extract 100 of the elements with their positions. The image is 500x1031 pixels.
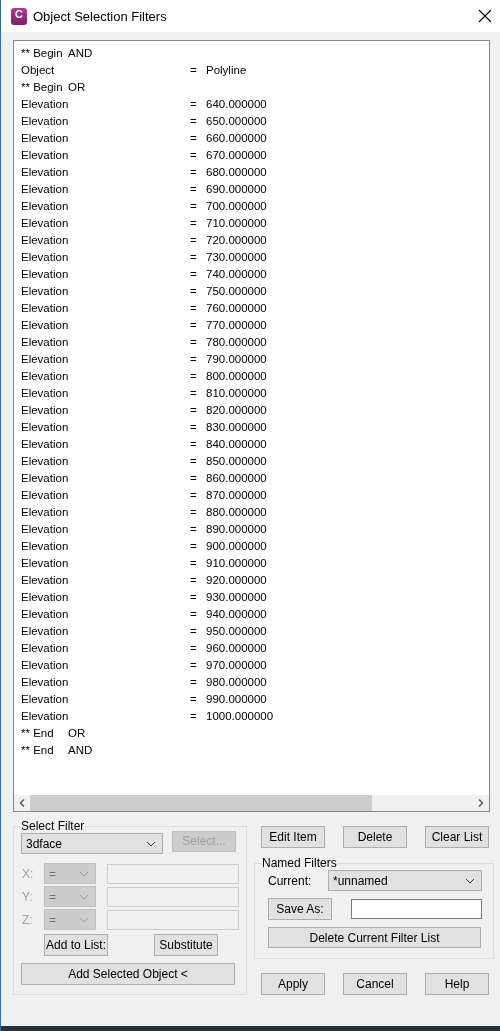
filter-property: Elevation — [21, 182, 70, 195]
dialog-button[interactable]: Cancel — [343, 973, 407, 995]
close-icon[interactable] — [478, 9, 492, 23]
filter-value: 820.000000 — [206, 403, 267, 416]
list-action-button[interactable]: Clear List — [425, 826, 489, 848]
filter-value: 740.000000 — [206, 267, 267, 280]
filter-property: Elevation — [21, 267, 70, 280]
current-label: Current: — [268, 873, 313, 888]
filter-property: Elevation — [21, 199, 70, 212]
add-selected-object-button[interactable]: Add Selected Object < — [21, 963, 235, 985]
filter-property: Elevation — [21, 624, 70, 637]
filter-property: Elevation — [21, 233, 70, 246]
group-marker: ** Begin — [21, 80, 64, 93]
filter-operator: = — [190, 148, 198, 161]
filter-value: 750.000000 — [206, 284, 267, 297]
filter-operator: = — [190, 471, 198, 484]
horizontal-scrollbar[interactable] — [14, 795, 489, 811]
filter-property: Elevation — [21, 420, 70, 433]
window-title: Object Selection Filters — [33, 8, 167, 24]
group-operator: AND — [68, 743, 93, 756]
filter-value: 650.000000 — [206, 114, 267, 127]
filter-value: 780.000000 — [206, 335, 267, 348]
filter-value: 710.000000 — [206, 216, 267, 229]
filter-operator: = — [190, 216, 198, 229]
filter-operator: = — [190, 97, 198, 110]
filter-property: Elevation — [21, 131, 70, 144]
group-marker: ** End — [21, 743, 55, 756]
app-icon: C — [11, 7, 27, 25]
filter-property: Elevation — [21, 165, 70, 178]
filter-value: 770.000000 — [206, 318, 267, 331]
filter-operator: = — [190, 233, 198, 246]
delete-filter-list-button[interactable]: Delete Current Filter List — [268, 927, 481, 948]
filter-operator: = — [190, 318, 198, 331]
add-to-list-button[interactable]: Add to List: — [44, 934, 108, 956]
substitute-button[interactable]: Substitute — [154, 934, 218, 956]
filter-operator: = — [190, 522, 198, 535]
filter-property: Elevation — [21, 488, 70, 501]
filter-value: 700.000000 — [206, 199, 267, 212]
group-marker: ** Begin — [21, 46, 64, 59]
filter-operator: = — [190, 709, 198, 722]
filter-property: Elevation — [21, 675, 70, 688]
filter-operator: = — [190, 403, 198, 416]
filter-operator: = — [190, 692, 198, 705]
save-as-button[interactable]: Save As: — [268, 898, 332, 920]
filter-operator: = — [190, 590, 198, 603]
filter-operator: = — [190, 556, 198, 569]
filter-name-field[interactable] — [351, 899, 482, 919]
filter-list[interactable] — [13, 40, 490, 812]
filter-property: Elevation — [21, 284, 70, 297]
filter-value: 760.000000 — [206, 301, 267, 314]
filter-operator: = — [190, 573, 198, 586]
filter-operator: = — [190, 199, 198, 212]
chevron-down-icon[interactable] — [146, 840, 156, 847]
filter-property: Elevation — [21, 641, 70, 654]
filter-operator: = — [190, 607, 198, 620]
group-operator: OR — [68, 80, 86, 93]
filter-value: 890.000000 — [206, 522, 267, 535]
filter-property: Elevation — [21, 709, 70, 722]
filter-value: 980.000000 — [206, 675, 267, 688]
filter-value: 970.000000 — [206, 658, 267, 671]
dialog-button[interactable]: Apply — [261, 973, 325, 995]
filter-property: Elevation — [21, 437, 70, 450]
filter-operator: = — [190, 165, 198, 178]
filter-property: Elevation — [21, 148, 70, 161]
filter-property: Elevation — [21, 454, 70, 467]
filter-operator: = — [190, 182, 198, 195]
list-action-button[interactable]: Delete — [343, 826, 407, 848]
filter-operator: = — [190, 301, 198, 314]
filter-property: Elevation — [21, 250, 70, 263]
group-marker: ** End — [21, 726, 55, 739]
filter-value: 990.000000 — [206, 692, 267, 705]
filter-value: 950.000000 — [206, 624, 267, 637]
filter-property: Elevation — [21, 607, 70, 620]
filter-property: Elevation — [21, 352, 70, 365]
coordinate-field[interactable] — [107, 863, 239, 884]
filter-value: 900.000000 — [206, 539, 267, 552]
coordinate-field[interactable] — [107, 886, 239, 907]
named-filter-dropdown[interactable]: *unnamed — [328, 870, 482, 891]
list-action-button[interactable]: Edit Item — [261, 826, 325, 848]
filter-value: 930.000000 — [206, 590, 267, 603]
group-title: Named Filters — [261, 856, 338, 870]
filter-value: 830.000000 — [206, 420, 267, 433]
filter-property: Elevation — [21, 590, 70, 603]
filter-value: 870.000000 — [206, 488, 267, 501]
filter-property: Elevation — [21, 573, 70, 586]
coordinate-field[interactable] — [107, 909, 239, 930]
filter-property: Object — [21, 63, 56, 76]
scrollbar-thumb[interactable] — [30, 795, 372, 811]
filter-property: Elevation — [21, 505, 70, 518]
filter-value: 670.000000 — [206, 148, 267, 161]
filter-property: Elevation — [21, 403, 70, 416]
dialog-button[interactable]: Help — [425, 973, 489, 995]
object-type-dropdown[interactable]: 3dface — [21, 833, 163, 854]
chevron-down-icon[interactable] — [465, 877, 475, 884]
group-operator: OR — [68, 726, 86, 739]
filter-value: 880.000000 — [206, 505, 267, 518]
group-title: Select Filter — [20, 819, 86, 833]
group-operator: AND — [68, 46, 93, 59]
filter-operator: = — [190, 352, 198, 365]
filter-value: 940.000000 — [206, 607, 267, 620]
